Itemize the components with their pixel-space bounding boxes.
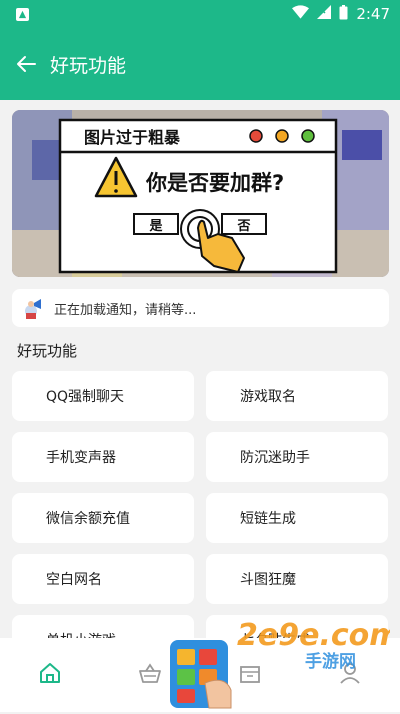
status-bar: 2:47 — [0, 0, 400, 28]
notification-app-icon — [16, 7, 29, 21]
notice-text: 正在加载通知，请稍等... — [54, 302, 197, 318]
banner-yes-button: 是 — [148, 219, 163, 234]
feature-mini-games[interactable]: 单机小游戏 — [12, 615, 194, 638]
banner-window-title: 图片过于粗暴 — [84, 128, 181, 147]
feature-voice-changer[interactable]: 手机变声器 — [12, 432, 194, 482]
feature-game-naming[interactable]: 游戏取名 — [206, 371, 388, 421]
feature-anti-addiction[interactable]: 防沉迷助手 — [206, 432, 388, 482]
feature-qq-force-chat[interactable]: QQ强制聊天 — [12, 371, 194, 421]
basket-icon — [138, 661, 162, 689]
nav-basket[interactable] — [130, 655, 170, 695]
nav-home[interactable] — [30, 655, 70, 695]
megaphone-icon — [22, 297, 44, 319]
section-title: 好玩功能 — [17, 342, 78, 360]
feature-qixi-post[interactable]: 七夕贴生成 — [206, 615, 388, 638]
feature-short-link[interactable]: 短链生成 — [206, 493, 388, 543]
wifi-icon — [292, 5, 310, 23]
signal-icon — [317, 5, 332, 23]
battery-icon — [339, 4, 348, 24]
feature-blank-nickname[interactable]: 空白网名 — [12, 554, 194, 604]
notice-bar[interactable]: 正在加载通知，请稍等... — [12, 289, 389, 327]
person-icon — [338, 661, 362, 689]
banner-question: 你是否要加群? — [145, 171, 284, 195]
banner-image[interactable]: 图片过于粗暴 你是否要加群? 是 否 — [12, 110, 389, 277]
box-icon — [238, 661, 262, 689]
feature-wechat-balance[interactable]: 微信余额充值 — [12, 493, 194, 543]
home-icon — [38, 661, 62, 689]
nav-profile[interactable] — [330, 655, 370, 695]
nav-box[interactable] — [230, 655, 270, 695]
back-arrow-icon[interactable] — [12, 50, 40, 78]
app-bar: 好玩功能 — [0, 28, 400, 100]
bottom-navigation — [0, 638, 400, 712]
status-time: 2:47 — [356, 5, 390, 23]
banner-no-button: 否 — [236, 219, 250, 234]
feature-meme-maker[interactable]: 斗图狂魔 — [206, 554, 388, 604]
page-title: 好玩功能 — [50, 54, 127, 77]
feature-grid: QQ强制聊天 游戏取名 手机变声器 防沉迷助手 微信余额充值 短链生成 空白网名… — [12, 371, 389, 638]
